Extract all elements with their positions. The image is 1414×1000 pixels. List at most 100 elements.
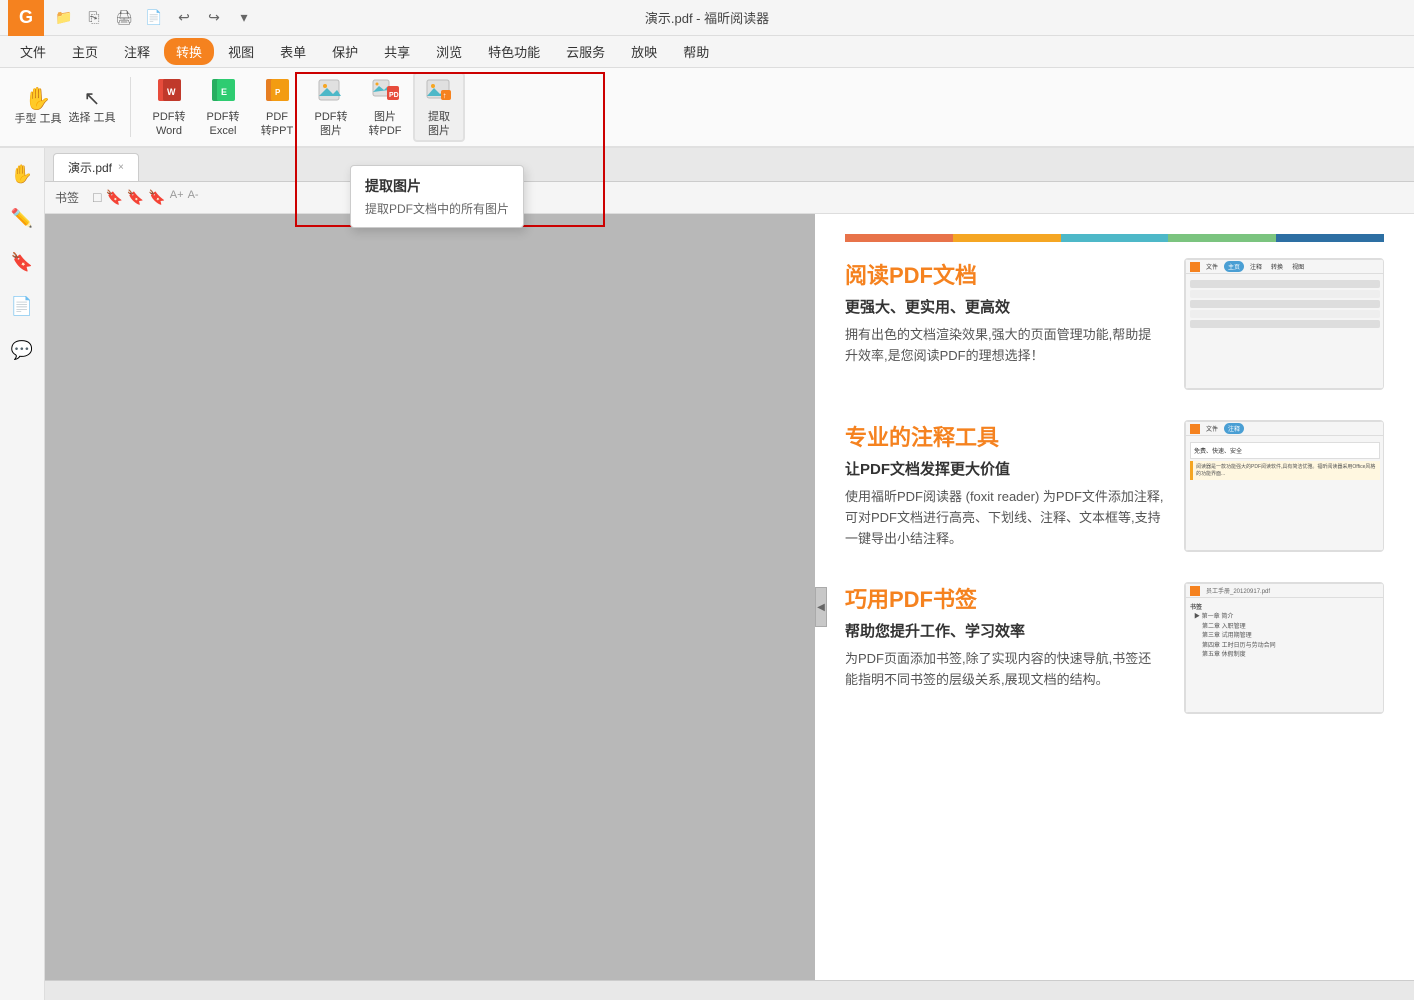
tab-bar: 演示.pdf × xyxy=(45,148,1414,182)
tooltip-description: 提取PDF文档中的所有图片 xyxy=(365,200,509,217)
pdf-excel-icon: E xyxy=(209,76,237,108)
bookmark-icon-6[interactable]: A- xyxy=(188,189,199,206)
pdf-word-icon: W xyxy=(155,76,183,108)
menu-help[interactable]: 帮助 xyxy=(671,38,721,65)
window-title: 演示.pdf - 福昕阅读器 xyxy=(645,8,769,27)
collapse-panel-button[interactable]: ◀ xyxy=(815,587,827,627)
toolbar: ✋ 手型 工具 ↖ 选择 工具 W PDF转Word xyxy=(0,68,1414,148)
extract-image-label: 提取图片 xyxy=(428,111,450,137)
menu-present[interactable]: 放映 xyxy=(619,38,669,65)
menu-home[interactable]: 主页 xyxy=(60,38,110,65)
pdf-content-panel[interactable]: 阅读PDF文档 更强大、更实用、更高效 拥有出色的文档渲染效果,强大的页面管理功… xyxy=(815,214,1414,1000)
mini-logo-3 xyxy=(1190,586,1200,596)
hand-tool-button[interactable]: ✋ 手型 工具 xyxy=(12,72,64,142)
pdf-excel-label: PDF转Excel xyxy=(207,111,240,137)
bookmark-label: 书签 xyxy=(55,189,79,206)
select-tool-button[interactable]: ↖ 选择 工具 xyxy=(66,72,118,142)
open-folder-icon[interactable]: 📁 xyxy=(52,6,76,30)
tooltip-title: 提取图片 xyxy=(365,176,509,196)
select-icon: ↖ xyxy=(84,89,101,109)
image-pdf-label: 图片转PDF xyxy=(369,111,402,137)
section2-image: 文件 注释 免费、快速、安全 阅读器是一款功能强大的PDF阅读软件,具有简洁优雅… xyxy=(1184,420,1384,552)
bottom-status-bar xyxy=(45,980,1414,1000)
new-doc-icon[interactable]: 📄 xyxy=(142,6,166,30)
extract-image-icon: ↑ xyxy=(425,76,453,108)
mini-app-bar-3: 员工手册_20120917.pdf xyxy=(1186,584,1384,598)
mini-app-bar-2: 文件 注释 xyxy=(1186,422,1384,436)
sidebar-comment-icon[interactable]: 💬 xyxy=(4,332,40,368)
section3-body: 为PDF页面添加书签,除了实现内容的快速导航,书签还能指明不同书签的层级关系,展… xyxy=(845,649,1164,691)
title-bar-controls: 📁 ⎘ 🖨 📄 ↩ ↪ ▾ xyxy=(52,6,256,30)
pdf-to-ppt-button[interactable]: P PDF转PPT xyxy=(251,72,303,142)
section-bookmarks-text: 巧用PDF书签 帮助您提升工作、学习效率 为PDF页面添加书签,除了实现内容的快… xyxy=(845,582,1164,691)
tab-close-button[interactable]: × xyxy=(118,162,124,173)
mini-app-1: 文件 主页 注释 转换 视图 xyxy=(1185,259,1384,389)
menu-form[interactable]: 表单 xyxy=(268,38,318,65)
menu-annotate[interactable]: 注释 xyxy=(112,38,162,65)
mini-app-3: 员工手册_20120917.pdf 书签 ▶ 第一章 简介 第二章 入职管理 第… xyxy=(1185,583,1384,713)
sidebar-bookmark-icon[interactable]: 🔖 xyxy=(4,244,40,280)
menu-file[interactable]: 文件 xyxy=(8,38,58,65)
extract-image-button[interactable]: ↑ 提取图片 xyxy=(413,72,465,142)
mini-app-2: 文件 注释 免费、快速、安全 阅读器是一款功能强大的PDF阅读软件,具有简洁优雅… xyxy=(1185,421,1384,551)
pdf-ppt-label: PDF转PPT xyxy=(261,111,293,137)
menu-protect[interactable]: 保护 xyxy=(320,38,370,65)
left-sidebar: ✋ ✏️ 🔖 📄 💬 xyxy=(0,148,45,1000)
menu-share[interactable]: 共享 xyxy=(372,38,422,65)
bookmark-icon-3[interactable]: 🔖 xyxy=(127,189,144,206)
menu-features[interactable]: 特色功能 xyxy=(476,38,552,65)
mini-logo-2 xyxy=(1190,424,1200,434)
pdf-image-icon xyxy=(317,76,345,108)
app-logo: G xyxy=(8,0,44,36)
section-reading: 阅读PDF文档 更强大、更实用、更高效 拥有出色的文档渲染效果,强大的页面管理功… xyxy=(845,258,1384,390)
section1-body: 拥有出色的文档渲染效果,强大的页面管理功能,帮助提升效率,是您阅读PDF的理想选… xyxy=(845,325,1164,367)
bookmark-toolbar: □ 🔖 🔖 🔖 A+ A- xyxy=(93,189,199,206)
sidebar-annotate-icon[interactable]: ✏️ xyxy=(4,200,40,236)
bookmark-icon-4[interactable]: 🔖 xyxy=(148,189,165,206)
bookmark-bar: 书签 □ 🔖 🔖 🔖 A+ A- xyxy=(45,182,1414,214)
svg-text:E: E xyxy=(221,87,227,97)
bookmark-icon-1[interactable]: □ xyxy=(93,189,101,206)
svg-text:PDF: PDF xyxy=(389,92,399,99)
tooltip-popup: 提取图片 提取PDF文档中的所有图片 xyxy=(350,165,524,228)
svg-text:↑: ↑ xyxy=(443,91,447,100)
menu-cloud[interactable]: 云服务 xyxy=(554,38,617,65)
undo-icon[interactable]: ↩ xyxy=(172,6,196,30)
menu-view[interactable]: 视图 xyxy=(216,38,266,65)
section1-subtitle: 更强大、更实用、更高效 xyxy=(845,296,1164,317)
section-reading-text: 阅读PDF文档 更强大、更实用、更高效 拥有出色的文档渲染效果,强大的页面管理功… xyxy=(845,258,1164,367)
pdf-tab[interactable]: 演示.pdf × xyxy=(53,153,139,181)
bookmark-icon-5[interactable]: A+ xyxy=(170,189,184,206)
color-segment-5 xyxy=(1276,234,1384,242)
pdf-to-image-button[interactable]: PDF转图片 xyxy=(305,72,357,142)
select-tool-label: 选择 工具 xyxy=(68,112,115,125)
section3-image: 员工手册_20120917.pdf 书签 ▶ 第一章 简介 第二章 入职管理 第… xyxy=(1184,582,1384,714)
title-bar: G 📁 ⎘ 🖨 📄 ↩ ↪ ▾ 演示.pdf - 福昕阅读器 xyxy=(0,0,1414,36)
mini-logo-1 xyxy=(1190,262,1200,272)
sidebar-page-icon[interactable]: 📄 xyxy=(4,288,40,324)
section1-image: 文件 主页 注释 转换 视图 xyxy=(1184,258,1384,390)
mini-app-bar-1: 文件 主页 注释 转换 视图 xyxy=(1186,260,1384,274)
section3-subtitle: 帮助您提升工作、学习效率 xyxy=(845,620,1164,641)
section1-title: 阅读PDF文档 xyxy=(845,258,1164,290)
sidebar-hand-icon[interactable]: ✋ xyxy=(4,156,40,192)
menu-browse[interactable]: 浏览 xyxy=(424,38,474,65)
customize-icon[interactable]: ▾ xyxy=(232,6,256,30)
hand-tool-label: 手型 工具 xyxy=(14,113,61,126)
color-segment-3 xyxy=(1061,234,1169,242)
pdf-ppt-icon: P xyxy=(263,76,291,108)
pdf-viewer-area: ◀ xyxy=(45,214,815,1000)
copy-icon[interactable]: ⎘ xyxy=(82,6,106,30)
print-icon[interactable]: 🖨 xyxy=(112,6,136,30)
pdf-to-excel-button[interactable]: E PDF转Excel xyxy=(197,72,249,142)
hand-icon: ✋ xyxy=(24,88,51,110)
pdf-to-word-button[interactable]: W PDF转Word xyxy=(143,72,195,142)
redo-icon[interactable]: ↪ xyxy=(202,6,226,30)
menu-convert[interactable]: 转换 xyxy=(164,38,214,65)
bookmark-icon-2[interactable]: 🔖 xyxy=(105,189,122,206)
section3-title: 巧用PDF书签 xyxy=(845,582,1164,614)
main-content: ◀ 阅读PDF文档 更强大、更实用、更高效 拥有出色的文档渲染效果,强大的页面管… xyxy=(45,214,1414,1000)
toolbar-divider-1 xyxy=(130,77,131,137)
image-to-pdf-button[interactable]: PDF 图片转PDF xyxy=(359,72,411,142)
image-pdf-icon: PDF xyxy=(371,76,399,108)
